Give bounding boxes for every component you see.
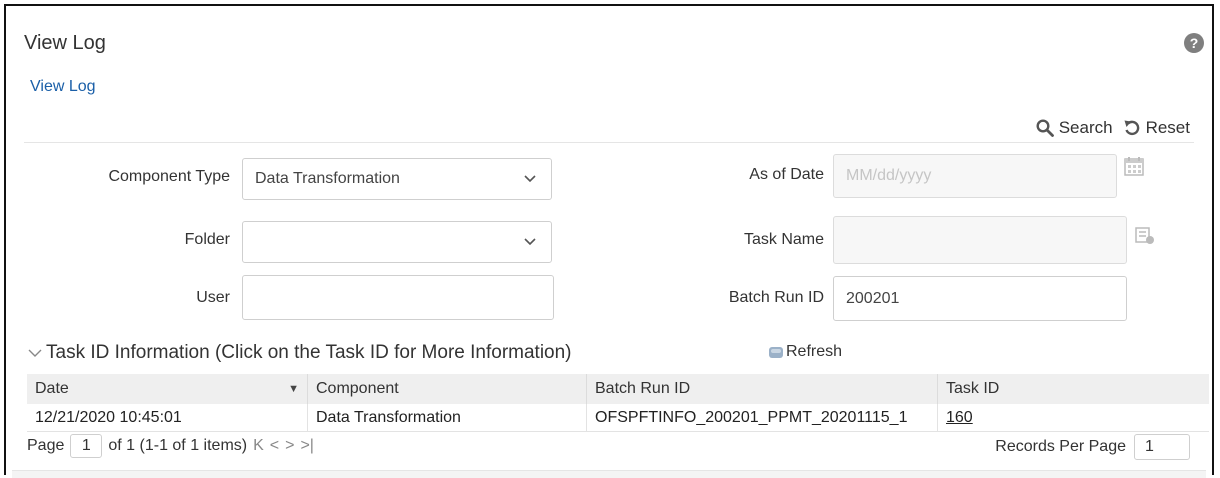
task-info-section-header[interactable]: Task ID Information (Click on the Task I… [28,342,572,364]
pagination: Page 1 of 1 (1-1 of 1 items) K < > >| [27,434,314,458]
previous-page-icon[interactable]: < [270,437,279,455]
cell-date: 12/21/2020 10:45:01 [27,404,308,432]
view-log-link[interactable]: View Log [30,78,96,96]
task-id-link[interactable]: 160 [946,409,973,426]
view-log-panel: View Log ? View Log Search Reset Compone… [4,4,1214,478]
user-input[interactable] [242,275,554,320]
task-name-input[interactable] [833,216,1127,264]
batch-run-id-value: 200201 [846,289,900,307]
cell-task-id: 160 [937,404,1209,432]
reset-label: Reset [1145,118,1190,137]
sort-icon[interactable]: ▼ [288,383,299,395]
chevron-down-icon [524,238,536,246]
as-of-date-label: As of Date [749,166,824,183]
records-per-page: Records Per Page 1 [995,434,1190,460]
as-of-date-placeholder: MM/dd/yyyy [846,167,932,184]
cell-component: Data Transformation [307,404,587,432]
search-icon [1036,119,1054,137]
column-header-date[interactable]: Date ▼ [27,374,308,404]
page-info: of 1 (1-1 of 1 items) [108,437,248,454]
next-page-icon[interactable]: > [285,437,294,455]
refresh-icon [769,347,783,358]
records-per-page-label: Records Per Page [995,438,1126,455]
component-type-label: Component Type [108,168,230,185]
task-info-table: Date ▼ Component Batch Run ID Task ID 12… [27,374,1209,432]
reset-icon [1124,120,1139,136]
chevron-down-icon [524,175,536,183]
page-number-input[interactable]: 1 [70,434,103,458]
collapse-chevron-icon [28,349,42,357]
page-label: Page [27,437,65,454]
calendar-icon[interactable] [1123,156,1145,176]
last-page-icon[interactable]: >| [300,437,314,455]
column-header-date-label: Date [35,380,69,397]
as-of-date-input[interactable]: MM/dd/yyyy [833,154,1117,198]
search-label: Search [1058,118,1113,137]
browse-task-icon[interactable] [1134,226,1156,246]
table-header-row: Date ▼ Component Batch Run ID Task ID [27,374,1209,404]
component-type-select[interactable]: Data Transformation [242,158,552,200]
page-title: View Log [24,32,106,54]
reset-button[interactable]: Reset [1123,118,1190,138]
column-header-component[interactable]: Component [307,374,587,404]
toolbar: Search Reset [1036,118,1190,138]
batch-run-id-input[interactable]: 200201 [833,276,1127,321]
help-icon[interactable]: ? [1184,33,1204,53]
toolbar-divider [24,142,1194,143]
column-header-batch-run-id[interactable]: Batch Run ID [586,374,938,404]
first-page-icon[interactable]: K [253,437,264,455]
refresh-label: Refresh [786,343,843,360]
search-button[interactable]: Search [1036,118,1113,138]
batch-run-id-label: Batch Run ID [728,289,824,306]
column-header-task-id[interactable]: Task ID [937,374,1209,404]
records-per-page-input[interactable]: 1 [1134,434,1190,460]
component-type-value: Data Transformation [255,170,400,187]
refresh-button[interactable]: Refresh [768,343,842,361]
folder-select[interactable] [242,221,552,263]
user-label: User [196,289,230,306]
cell-batch-run-id: OFSPFTINFO_200201_PPMT_20201115_1 [586,404,938,432]
task-info-section-title: Task ID Information (Click on the Task I… [46,342,572,363]
task-name-label: Task Name [743,231,824,248]
folder-label: Folder [184,231,230,248]
table-row: 12/21/2020 10:45:01 Data Transformation … [27,404,1209,432]
